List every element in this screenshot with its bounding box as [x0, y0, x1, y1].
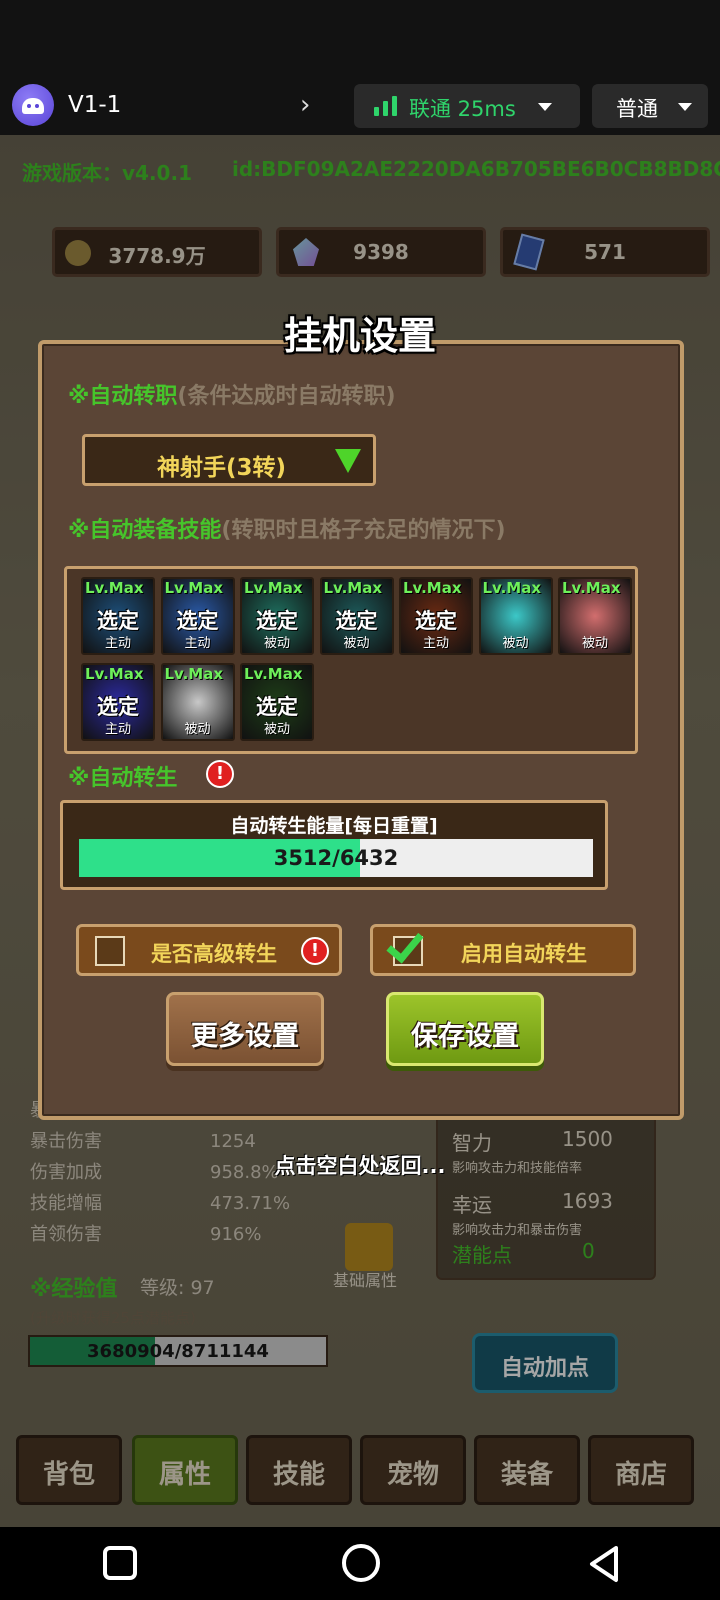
- quality-label: 普通: [616, 97, 658, 121]
- skill-type-label: 主动: [184, 636, 211, 651]
- skill-slot[interactable]: Lv.Max 选定被动: [240, 577, 314, 655]
- skill-level: Lv.Max: [85, 665, 144, 683]
- skill-slot[interactable]: Lv.Max 选定被动: [240, 663, 314, 741]
- network-dropdown[interactable]: 联通 25ms: [354, 84, 580, 128]
- system-navigation-bar: [0, 1527, 720, 1600]
- skill-type-label: 被动: [581, 636, 608, 651]
- skill-type-label: 主动: [104, 636, 131, 651]
- signal-icon: [374, 96, 398, 116]
- auto-job-title: ※自动转职(条件达成时自动转职): [68, 384, 396, 409]
- skill-slot[interactable]: Lv.Max 被动: [558, 577, 632, 655]
- energy-label: 自动转生能量[每日重置]: [230, 815, 438, 837]
- quality-dropdown[interactable]: 普通: [592, 84, 708, 128]
- skill-selected-label: 选定: [256, 609, 298, 633]
- caret-down-icon: [538, 103, 552, 111]
- skill-type-label: 被动: [263, 722, 290, 737]
- chevron-right-icon[interactable]: ›: [300, 90, 310, 120]
- skill-grid: Lv.Max 选定 主动 Lv.Max 选定 主动 Lv.Max 选定 被动 Lv.Max 选定 被动…: [64, 566, 638, 754]
- skill-selected-label: 选定: [256, 695, 298, 719]
- job-select-value: 神射手(3转): [157, 455, 287, 481]
- dropdown-arrow-icon: [335, 449, 361, 473]
- more-settings-button[interactable]: 更多设置: [166, 992, 324, 1066]
- skill-level: Lv.Max: [164, 665, 224, 683]
- skill-type-label: 被动: [343, 636, 370, 651]
- warning-icon[interactable]: !: [301, 937, 329, 965]
- idle-settings-dialog: ※自动转职(条件达成时自动转职) 神射手(3转) ※自动装备技能(转职时且格子充…: [38, 340, 684, 1120]
- dialog-title: 挂机设置: [283, 314, 436, 358]
- skill-type-label: 主动: [104, 722, 131, 737]
- home-icon[interactable]: [342, 1544, 380, 1582]
- skill-selected-label: 选定: [97, 695, 139, 719]
- skill-type-label: 被动: [263, 636, 290, 651]
- skill-selected-label: 选定: [176, 609, 219, 633]
- skill-level: Lv.Max: [244, 665, 303, 683]
- advanced-rebirth-toggle[interactable]: 是否高级转生 !: [76, 924, 342, 976]
- skill-type-label: 主动: [422, 636, 449, 651]
- rebirth-energy-box: 自动转生能量[每日重置] 3512/6432: [60, 800, 608, 890]
- android-app-icon[interactable]: [12, 84, 54, 126]
- skill-selected-label: 选定: [415, 609, 457, 633]
- energy-progress-text: 3512/6432: [273, 846, 399, 870]
- skill-slot[interactable]: Lv.Max 被动: [160, 663, 235, 741]
- skill-type-label: 被动: [502, 636, 529, 651]
- network-label: 联通 25ms: [409, 97, 516, 121]
- skill-slot[interactable]: Lv.Max 选定主动: [81, 663, 155, 741]
- skill-level: Lv.Max: [403, 579, 462, 597]
- enable-auto-rebirth-toggle[interactable]: 启用自动转生: [370, 924, 636, 976]
- advanced-rebirth-label: 是否高级转生: [151, 942, 277, 966]
- skill-level: Lv.Max: [164, 579, 224, 597]
- auto-skill-title: ※自动装备技能(转职时且格子充足的情况下): [68, 518, 506, 543]
- skill-level: Lv.Max: [323, 579, 383, 597]
- skill-level: Lv.Max: [244, 579, 303, 597]
- enable-rebirth-label: 启用自动转生: [461, 942, 587, 966]
- recents-icon[interactable]: [103, 1546, 137, 1580]
- caret-down-icon: [678, 103, 692, 111]
- skill-slot[interactable]: Lv.Max 选定被动: [319, 577, 394, 655]
- advanced-rebirth-checkbox[interactable]: [95, 936, 125, 966]
- job-select-dropdown[interactable]: 神射手(3转): [82, 434, 376, 486]
- save-settings-button[interactable]: 保存设置: [386, 992, 544, 1066]
- skill-level: Lv.Max: [482, 579, 542, 597]
- app-version-label[interactable]: V1-1: [68, 92, 121, 118]
- warning-icon[interactable]: !: [206, 760, 234, 788]
- skill-selected-label: 选定: [335, 609, 378, 633]
- auto-rebirth-title: ※自动转生: [68, 766, 178, 791]
- skill-slot[interactable]: Lv.Max 被动: [478, 577, 553, 655]
- skill-slot[interactable]: Lv.Max 选定主动: [81, 577, 155, 655]
- skill-slot[interactable]: Lv.Max 选定主动: [160, 577, 235, 655]
- cloud-toolbar: V1-1 › 联通 25ms 普通: [0, 0, 720, 135]
- skill-slot[interactable]: Lv.Max 选定主动: [399, 577, 473, 655]
- skill-level: Lv.Max: [85, 579, 144, 597]
- skill-type-label: 被动: [184, 722, 211, 737]
- tap-blank-hint: 点击空白处返回...: [274, 1154, 446, 1178]
- energy-progress-bar: 3512/6432: [79, 839, 593, 877]
- skill-level: Lv.Max: [562, 579, 621, 597]
- skill-selected-label: 选定: [97, 609, 139, 633]
